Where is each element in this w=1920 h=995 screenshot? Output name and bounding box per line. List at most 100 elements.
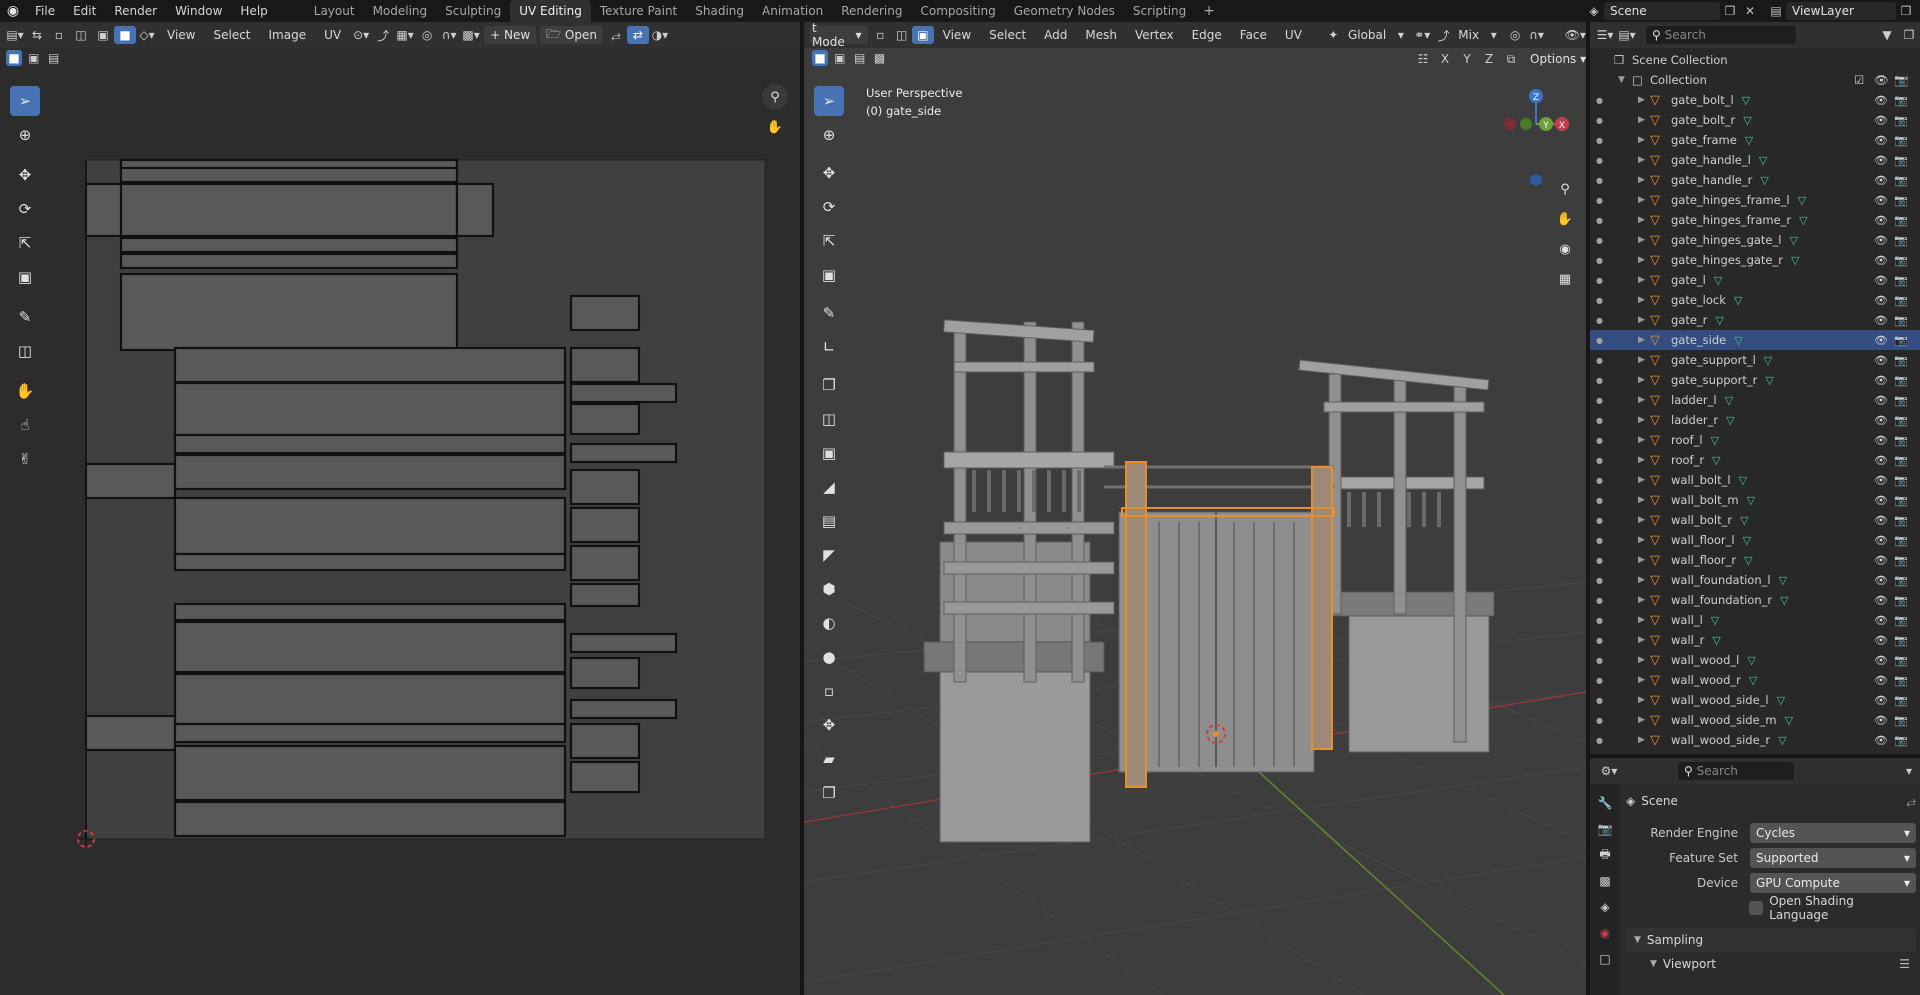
- camera-icon[interactable]: 📷: [1894, 594, 1908, 607]
- new-collection-icon[interactable]: ❐: [1898, 26, 1920, 44]
- mesh-data-icon[interactable]: ▽: [1759, 154, 1767, 167]
- tab-modeling[interactable]: Modeling: [364, 0, 437, 22]
- vp-menu-select[interactable]: Select: [980, 28, 1035, 42]
- knife-tool-icon[interactable]: ◤: [814, 540, 844, 570]
- camera-icon[interactable]: 📷: [1894, 73, 1908, 87]
- ortho-grid-icon[interactable]: ▦: [1552, 266, 1578, 292]
- select-invert-icon[interactable]: ▩: [871, 50, 887, 66]
- eye-icon[interactable]: 👁: [1874, 514, 1888, 527]
- auto-merge-icon[interactable]: ⧉: [1500, 50, 1522, 68]
- render-dot-icon[interactable]: ●: [1596, 496, 1603, 505]
- camera-icon[interactable]: 📷: [1894, 474, 1908, 487]
- properties-search-field[interactable]: ⚲ Search: [1678, 762, 1794, 780]
- render-dot-icon[interactable]: ●: [1596, 396, 1603, 405]
- proportional-editing-icon[interactable]: ◎: [1504, 26, 1525, 44]
- world-tab-icon[interactable]: ◉: [1594, 924, 1616, 942]
- chevron-right-icon[interactable]: ▶: [1638, 655, 1645, 665]
- outliner-row[interactable]: ● ▶ ▽ wall_wood_l ▽ 👁 📷: [1590, 650, 1920, 670]
- chevron-right-icon[interactable]: ▶: [1638, 715, 1645, 725]
- camera-icon[interactable]: 📷: [1894, 154, 1908, 167]
- select-box-tool-icon[interactable]: ➢: [814, 86, 844, 116]
- render-dot-icon[interactable]: ●: [1596, 636, 1603, 645]
- chevron-right-icon[interactable]: ▶: [1638, 315, 1645, 325]
- eye-icon[interactable]: 👁: [1874, 73, 1889, 87]
- falloff-curve-icon[interactable]: ∩▾: [1526, 26, 1547, 44]
- outliner-row[interactable]: ● ▶ ▽ gate_l ▽ 👁 📷: [1590, 270, 1920, 290]
- vp-menu-view[interactable]: View: [934, 28, 980, 42]
- chevron-right-icon[interactable]: ▶: [1638, 555, 1645, 565]
- filter-icon[interactable]: ▼: [1876, 26, 1898, 44]
- render-dot-icon[interactable]: ●: [1596, 416, 1603, 425]
- list-icon[interactable]: ☰: [1899, 957, 1910, 971]
- loop-cut-tool-icon[interactable]: ▤: [814, 506, 844, 536]
- render-dot-icon[interactable]: ●: [1596, 736, 1603, 745]
- outliner-row[interactable]: ● ▶ ▽ gate_handle_l ▽ 👁 📷: [1590, 150, 1920, 170]
- tab-scripting[interactable]: Scripting: [1124, 0, 1195, 22]
- render-dot-icon[interactable]: ●: [1596, 156, 1603, 165]
- render-dot-icon[interactable]: ●: [1596, 356, 1603, 365]
- outliner-row[interactable]: ● ▶ ▽ gate_hinges_frame_l ▽ 👁 📷: [1590, 190, 1920, 210]
- outliner-row[interactable]: ● ▶ ▽ wall_floor_l ▽ 👁 📷: [1590, 530, 1920, 550]
- outliner-row[interactable]: ● ▶ ▽ wall_l ▽ 👁 📷: [1590, 610, 1920, 630]
- outliner-row[interactable]: ● ▶ ▽ wall_bolt_m ▽ 👁 📷: [1590, 490, 1920, 510]
- vertex-mode-icon[interactable]: ▫: [870, 26, 891, 44]
- render-engine-dropdown[interactable]: Cycles ▾: [1750, 822, 1916, 843]
- outliner-row[interactable]: ● ▶ ▽ gate_bolt_r ▽ 👁 📷: [1590, 110, 1920, 130]
- mesh-data-icon[interactable]: ▽: [1743, 534, 1751, 547]
- feature-set-dropdown[interactable]: Supported ▾: [1750, 847, 1916, 868]
- render-dot-icon[interactable]: ●: [1596, 176, 1603, 185]
- menu-window[interactable]: Window: [166, 0, 231, 22]
- eye-icon[interactable]: 👁: [1874, 474, 1888, 487]
- pivot-point-icon[interactable]: ⚭▾: [1412, 26, 1433, 44]
- chevron-right-icon[interactable]: ▶: [1638, 115, 1645, 125]
- outliner-row[interactable]: ● ▶ ▽ wall_floor_r ▽ 👁 📷: [1590, 550, 1920, 570]
- outliner-row[interactable]: ● ▶ ▽ gate_support_r ▽ 👁 📷: [1590, 370, 1920, 390]
- smooth-tool-icon[interactable]: ●: [814, 642, 844, 672]
- exclude-checkbox-icon[interactable]: ☑: [1854, 73, 1864, 87]
- render-dot-icon[interactable]: ●: [1596, 296, 1603, 305]
- menu-edit[interactable]: Edit: [64, 0, 105, 22]
- chevron-right-icon[interactable]: ▶: [1638, 695, 1645, 705]
- outliner-row[interactable]: ● ▶ ▽ gate_lock ▽ 👁 📷: [1590, 290, 1920, 310]
- extrude-tool-icon[interactable]: ◫: [814, 404, 844, 434]
- chevron-right-icon[interactable]: ▶: [1638, 735, 1645, 745]
- tab-texture-paint[interactable]: Texture Paint: [591, 0, 686, 22]
- view-layer-field[interactable]: ViewLayer: [1786, 2, 1896, 20]
- eye-icon[interactable]: 👁: [1874, 654, 1888, 667]
- mesh-data-icon[interactable]: ▽: [1740, 514, 1748, 527]
- render-dot-icon[interactable]: ●: [1596, 276, 1603, 285]
- visibility-icon[interactable]: 👁▾: [1565, 26, 1586, 44]
- outliner-row[interactable]: ● ▶ ▽ wall_foundation_r ▽ 👁 📷: [1590, 590, 1920, 610]
- camera-icon[interactable]: 📷: [1894, 194, 1908, 207]
- render-dot-icon[interactable]: ●: [1596, 716, 1603, 725]
- outliner-row[interactable]: ● ▶ ▽ wall_wood_r ▽ 👁 📷: [1590, 670, 1920, 690]
- chevron-right-icon[interactable]: ▶: [1638, 535, 1645, 545]
- snapping-icon[interactable]: ⤴: [1433, 26, 1454, 44]
- outliner-row[interactable]: ● ▶ ▽ wall_wood_side_m ▽ 👁 📷: [1590, 710, 1920, 730]
- render-dot-icon[interactable]: ●: [1596, 96, 1603, 105]
- tab-geometry-nodes[interactable]: Geometry Nodes: [1005, 0, 1124, 22]
- outliner-row[interactable]: ● ▶ ▽ wall_bolt_r ▽ 👁 📷: [1590, 510, 1920, 530]
- outliner-row[interactable]: ● ▶ ▽ gate_r ▽ 👁 📷: [1590, 310, 1920, 330]
- camera-icon[interactable]: 📷: [1894, 534, 1908, 547]
- camera-icon[interactable]: 📷: [1894, 394, 1908, 407]
- vp-menu-add[interactable]: Add: [1035, 28, 1076, 42]
- render-dot-icon[interactable]: ●: [1596, 656, 1603, 665]
- options-dropdown[interactable]: Options ▾: [1524, 50, 1586, 68]
- camera-icon[interactable]: 📷: [1894, 574, 1908, 587]
- mesh-data-icon[interactable]: ▽: [1789, 234, 1797, 247]
- camera-icon[interactable]: 📷: [1894, 714, 1908, 727]
- outliner-row[interactable]: ● ▶ ▽ wall_foundation_l ▽ 👁 📷: [1590, 570, 1920, 590]
- chevron-right-icon[interactable]: ▶: [1638, 215, 1645, 225]
- chevron-right-icon[interactable]: ▶: [1638, 395, 1645, 405]
- mesh-data-icon[interactable]: ▽: [1725, 394, 1733, 407]
- camera-icon[interactable]: 📷: [1894, 654, 1908, 667]
- measure-tool-icon[interactable]: ∟: [814, 332, 844, 362]
- menu-help[interactable]: Help: [231, 0, 276, 22]
- outliner-row[interactable]: ● ▶ ▽ wall_bolt_l ▽ 👁 📷: [1590, 470, 1920, 490]
- collection-row[interactable]: ▼ □ Collection ☑ 👁 📷: [1590, 70, 1920, 90]
- chevron-right-icon[interactable]: ▶: [1638, 275, 1645, 285]
- render-dot-icon[interactable]: ●: [1596, 556, 1603, 565]
- camera-icon[interactable]: 📷: [1894, 294, 1908, 307]
- vp-menu-vertex[interactable]: Vertex: [1126, 28, 1183, 42]
